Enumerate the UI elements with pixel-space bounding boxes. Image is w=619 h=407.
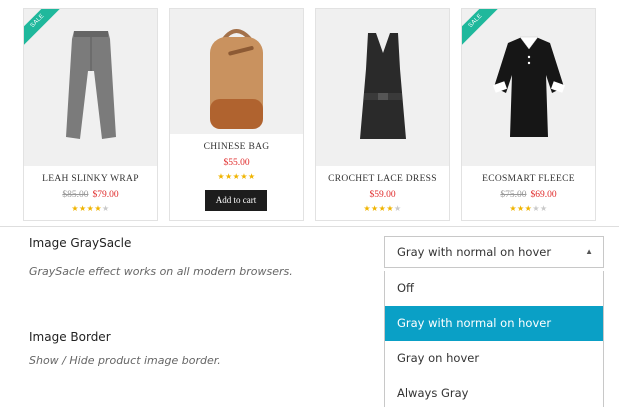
product-card[interactable]: SALE Leah Slinky Wrap $85.00 $79.00 ★★★★★ <box>23 8 158 221</box>
product-price: $59.00 <box>316 190 449 200</box>
product-card[interactable]: Crochet Lace Dress $59.00 ★★★★★ <box>315 8 450 221</box>
old-price: $85.00 <box>62 190 89 200</box>
star-icon: ★ <box>78 204 87 213</box>
star-icon: ★ <box>217 172 225 181</box>
product-price: $75.00 $69.00 <box>462 190 595 200</box>
star-icon: ★ <box>248 172 256 181</box>
option-gray-on-hover[interactable]: Gray on hover <box>385 341 603 376</box>
star-icon: ★ <box>363 204 371 213</box>
old-price: $75.00 <box>500 190 527 200</box>
star-icon: ★ <box>370 204 379 213</box>
current-price: $55.00 <box>223 158 250 168</box>
star-icon: ★ <box>94 204 102 213</box>
option-off[interactable]: Off <box>385 271 603 306</box>
product-card[interactable]: SALE Ecosmart Fleece $75.00 $69.00 ★★★★★ <box>461 8 596 221</box>
star-rating: ★★★★★ <box>170 172 303 181</box>
star-icon: ★ <box>540 204 548 213</box>
current-price: $59.00 <box>369 190 396 200</box>
border-label: Image Border <box>29 330 111 344</box>
star-rating: ★★★★★ <box>24 204 157 213</box>
star-icon: ★ <box>516 204 525 213</box>
option-gray-normal-hover[interactable]: Gray with normal on hover <box>385 306 603 341</box>
option-always-gray[interactable]: Always Gray <box>385 376 603 407</box>
grayscale-select[interactable]: Gray with normal on hover ▲ <box>384 236 604 268</box>
star-icon: ★ <box>224 172 233 181</box>
triangle-up-icon[interactable]: ▲ <box>585 247 593 256</box>
product-price: $85.00 $79.00 <box>24 190 157 200</box>
grayscale-options: Off Gray with normal on hover Gray on ho… <box>384 271 604 407</box>
star-icon: ★ <box>102 204 110 213</box>
star-rating: ★★★★★ <box>316 204 449 213</box>
product-image[interactable] <box>24 9 157 166</box>
selected-value: Gray with normal on hover <box>397 245 552 259</box>
product-name[interactable]: Leah Slinky Wrap <box>24 174 157 184</box>
product-image[interactable] <box>462 9 595 166</box>
current-price: $69.00 <box>530 190 557 200</box>
product-name[interactable]: Chinese Bag <box>170 142 303 152</box>
product-image[interactable] <box>170 9 303 134</box>
star-icon: ★ <box>71 204 79 213</box>
grayscale-label: Image GraySacle <box>29 236 132 250</box>
product-grid: SALE Leah Slinky Wrap $85.00 $79.00 ★★★★★… <box>0 0 619 226</box>
star-icon: ★ <box>240 172 248 181</box>
star-icon: ★ <box>532 204 540 213</box>
add-to-cart-button[interactable]: Add to cart <box>205 190 267 211</box>
product-image[interactable] <box>316 9 449 166</box>
star-icon: ★ <box>394 204 402 213</box>
product-name[interactable]: Ecosmart Fleece <box>462 174 595 184</box>
star-icon: ★ <box>509 204 517 213</box>
product-name[interactable]: Crochet Lace Dress <box>316 174 449 184</box>
border-description: Show / Hide product image border. <box>29 354 221 367</box>
current-price: $79.00 <box>92 190 119 200</box>
star-icon: ★ <box>386 204 394 213</box>
product-card[interactable]: Chinese Bag $55.00 ★★★★★ Add to cart <box>169 8 304 221</box>
product-price: $55.00 <box>170 158 303 168</box>
star-rating: ★★★★★ <box>462 204 595 213</box>
grayscale-description: GraySacle effect works on all modern bro… <box>29 265 293 278</box>
